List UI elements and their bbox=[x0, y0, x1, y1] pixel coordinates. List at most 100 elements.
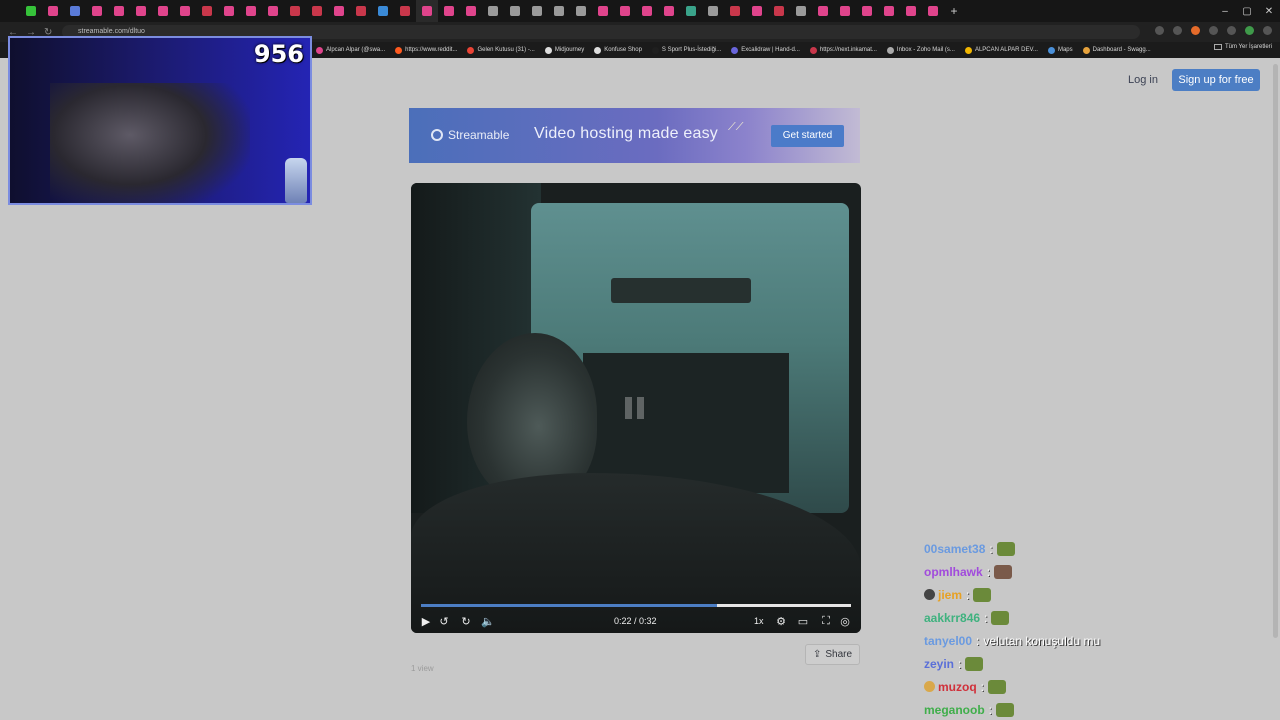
new-tab-button[interactable]: + bbox=[944, 4, 964, 18]
browser-tab[interactable] bbox=[900, 0, 922, 22]
browser-tab[interactable] bbox=[196, 0, 218, 22]
browser-tab[interactable] bbox=[482, 0, 504, 22]
browser-tab[interactable] bbox=[526, 0, 548, 22]
bookmark-item[interactable]: Maps bbox=[1047, 46, 1073, 54]
browser-tab[interactable] bbox=[658, 0, 680, 22]
bookmark-item[interactable]: Inbox - Zoho Mail (s... bbox=[886, 46, 955, 54]
browser-tab[interactable] bbox=[702, 0, 724, 22]
browser-tab[interactable] bbox=[812, 0, 834, 22]
close-window-button[interactable]: ✕ bbox=[1258, 0, 1280, 22]
browser-tab[interactable] bbox=[768, 0, 790, 22]
browser-tab[interactable] bbox=[306, 0, 328, 22]
share-button[interactable]: ⇪ Share bbox=[805, 644, 860, 665]
pip-icon[interactable]: ▭ bbox=[796, 614, 810, 628]
browser-tab[interactable] bbox=[152, 0, 174, 22]
browser-tab[interactable] bbox=[394, 0, 416, 22]
volume-icon[interactable]: 🔈 bbox=[481, 614, 495, 628]
extension-icon[interactable] bbox=[1191, 26, 1200, 35]
browser-tab[interactable] bbox=[64, 0, 86, 22]
tab-favicon-icon bbox=[554, 6, 564, 16]
rewind-icon[interactable]: ↺ bbox=[437, 614, 451, 628]
browser-tab[interactable] bbox=[130, 0, 152, 22]
star-icon[interactable] bbox=[1173, 26, 1182, 35]
browser-tab[interactable] bbox=[724, 0, 746, 22]
fullscreen-icon[interactable]: ⛶ bbox=[819, 614, 833, 628]
play-icon[interactable]: ▶ bbox=[419, 614, 433, 628]
browser-tab[interactable] bbox=[42, 0, 64, 22]
bookmark-label: Inbox - Zoho Mail (s... bbox=[896, 47, 955, 53]
bookmark-item[interactable]: Konfuse Shop bbox=[594, 46, 642, 54]
downloads-icon[interactable] bbox=[1227, 26, 1236, 35]
browser-tab[interactable] bbox=[218, 0, 240, 22]
tab-favicon-icon bbox=[818, 6, 828, 16]
browser-tab[interactable] bbox=[878, 0, 900, 22]
browser-tab[interactable] bbox=[350, 0, 372, 22]
browser-tab[interactable] bbox=[328, 0, 350, 22]
browser-tab[interactable] bbox=[86, 0, 108, 22]
bookmark-favicon-icon bbox=[886, 46, 894, 54]
bookmark-item[interactable]: Midjourney bbox=[544, 46, 585, 54]
browser-tab[interactable] bbox=[460, 0, 482, 22]
bookmark-item[interactable]: https://next.inkamat... bbox=[809, 46, 877, 54]
chat-username: tanyel00 bbox=[924, 633, 973, 648]
bookmark-label: Midjourney bbox=[554, 47, 585, 53]
bookmark-item[interactable]: Excalidraw | Hand-d... bbox=[731, 46, 800, 54]
view-count: 1 view bbox=[411, 664, 434, 673]
profile-avatar[interactable] bbox=[1245, 26, 1254, 35]
browser-tab[interactable] bbox=[834, 0, 856, 22]
zoom-icon[interactable] bbox=[1155, 26, 1164, 35]
browser-tab[interactable] bbox=[20, 0, 42, 22]
bookmark-item[interactable]: Dashboard - Swagg... bbox=[1082, 46, 1151, 54]
browser-tab[interactable] bbox=[438, 0, 460, 22]
tab-favicon-icon bbox=[664, 6, 674, 16]
browser-tab[interactable] bbox=[746, 0, 768, 22]
tab-favicon-icon bbox=[26, 6, 36, 16]
bookmark-item[interactable]: ALPCAN ALPAR DEV... bbox=[964, 46, 1038, 54]
browser-tab[interactable] bbox=[504, 0, 526, 22]
tab-favicon-icon bbox=[510, 6, 520, 16]
settings-icon[interactable]: ⚙ bbox=[774, 614, 788, 628]
browser-tab[interactable] bbox=[108, 0, 130, 22]
chat-emote-icon bbox=[973, 587, 992, 602]
tab-favicon-icon bbox=[92, 6, 102, 16]
browser-tab[interactable] bbox=[922, 0, 944, 22]
all-bookmarks-label: Tüm Yer İşaretleri bbox=[1224, 44, 1272, 50]
forward-icon[interactable]: ↻ bbox=[459, 614, 473, 628]
puzzle-icon[interactable] bbox=[1209, 26, 1218, 35]
browser-tab[interactable] bbox=[416, 0, 438, 22]
signup-button[interactable]: Sign up for free bbox=[1172, 69, 1260, 91]
video-player[interactable]: ▶ ↺ ↻ 🔈 0:22 / 0:32 1x ⚙ ▭ ⛶ ◎ bbox=[411, 183, 861, 633]
progress-bar[interactable] bbox=[421, 604, 851, 607]
get-started-button[interactable]: Get started bbox=[771, 125, 844, 147]
pause-overlay-icon[interactable] bbox=[625, 397, 644, 419]
browser-tab[interactable] bbox=[570, 0, 592, 22]
login-link[interactable]: Log in bbox=[1128, 70, 1158, 90]
browser-tab[interactable] bbox=[262, 0, 284, 22]
bookmark-favicon-icon bbox=[395, 46, 403, 54]
speed-button[interactable]: 1x bbox=[754, 616, 764, 626]
tab-favicon-icon bbox=[598, 6, 608, 16]
maximize-button[interactable]: ▢ bbox=[1236, 0, 1258, 22]
browser-tab[interactable] bbox=[614, 0, 636, 22]
chat-emote-icon bbox=[994, 564, 1013, 579]
bookmark-item[interactable]: S Sport Plus-İstediği... bbox=[651, 46, 721, 54]
browser-tab[interactable] bbox=[548, 0, 570, 22]
browser-tab[interactable] bbox=[790, 0, 812, 22]
browser-tab[interactable] bbox=[174, 0, 196, 22]
browser-tab[interactable] bbox=[240, 0, 262, 22]
bookmark-item[interactable]: https://www.reddit... bbox=[395, 46, 457, 54]
browser-tab[interactable] bbox=[680, 0, 702, 22]
browser-tab[interactable] bbox=[636, 0, 658, 22]
browser-tab[interactable] bbox=[592, 0, 614, 22]
viewer-counter: 956 bbox=[253, 40, 304, 68]
page-scrollbar[interactable] bbox=[1273, 64, 1278, 638]
menu-icon[interactable] bbox=[1263, 26, 1272, 35]
browser-tab[interactable] bbox=[372, 0, 394, 22]
bookmark-item[interactable]: Gelen Kutusu (31) -... bbox=[467, 46, 535, 54]
all-bookmarks-button[interactable]: Tüm Yer İşaretleri bbox=[1213, 44, 1272, 50]
browser-tab[interactable] bbox=[284, 0, 306, 22]
streamable-icon[interactable]: ◎ bbox=[838, 614, 852, 628]
browser-tab[interactable] bbox=[856, 0, 878, 22]
bookmark-item[interactable]: Alpcan Alpar (@swa... bbox=[316, 46, 385, 54]
minimize-button[interactable]: – bbox=[1214, 0, 1236, 22]
